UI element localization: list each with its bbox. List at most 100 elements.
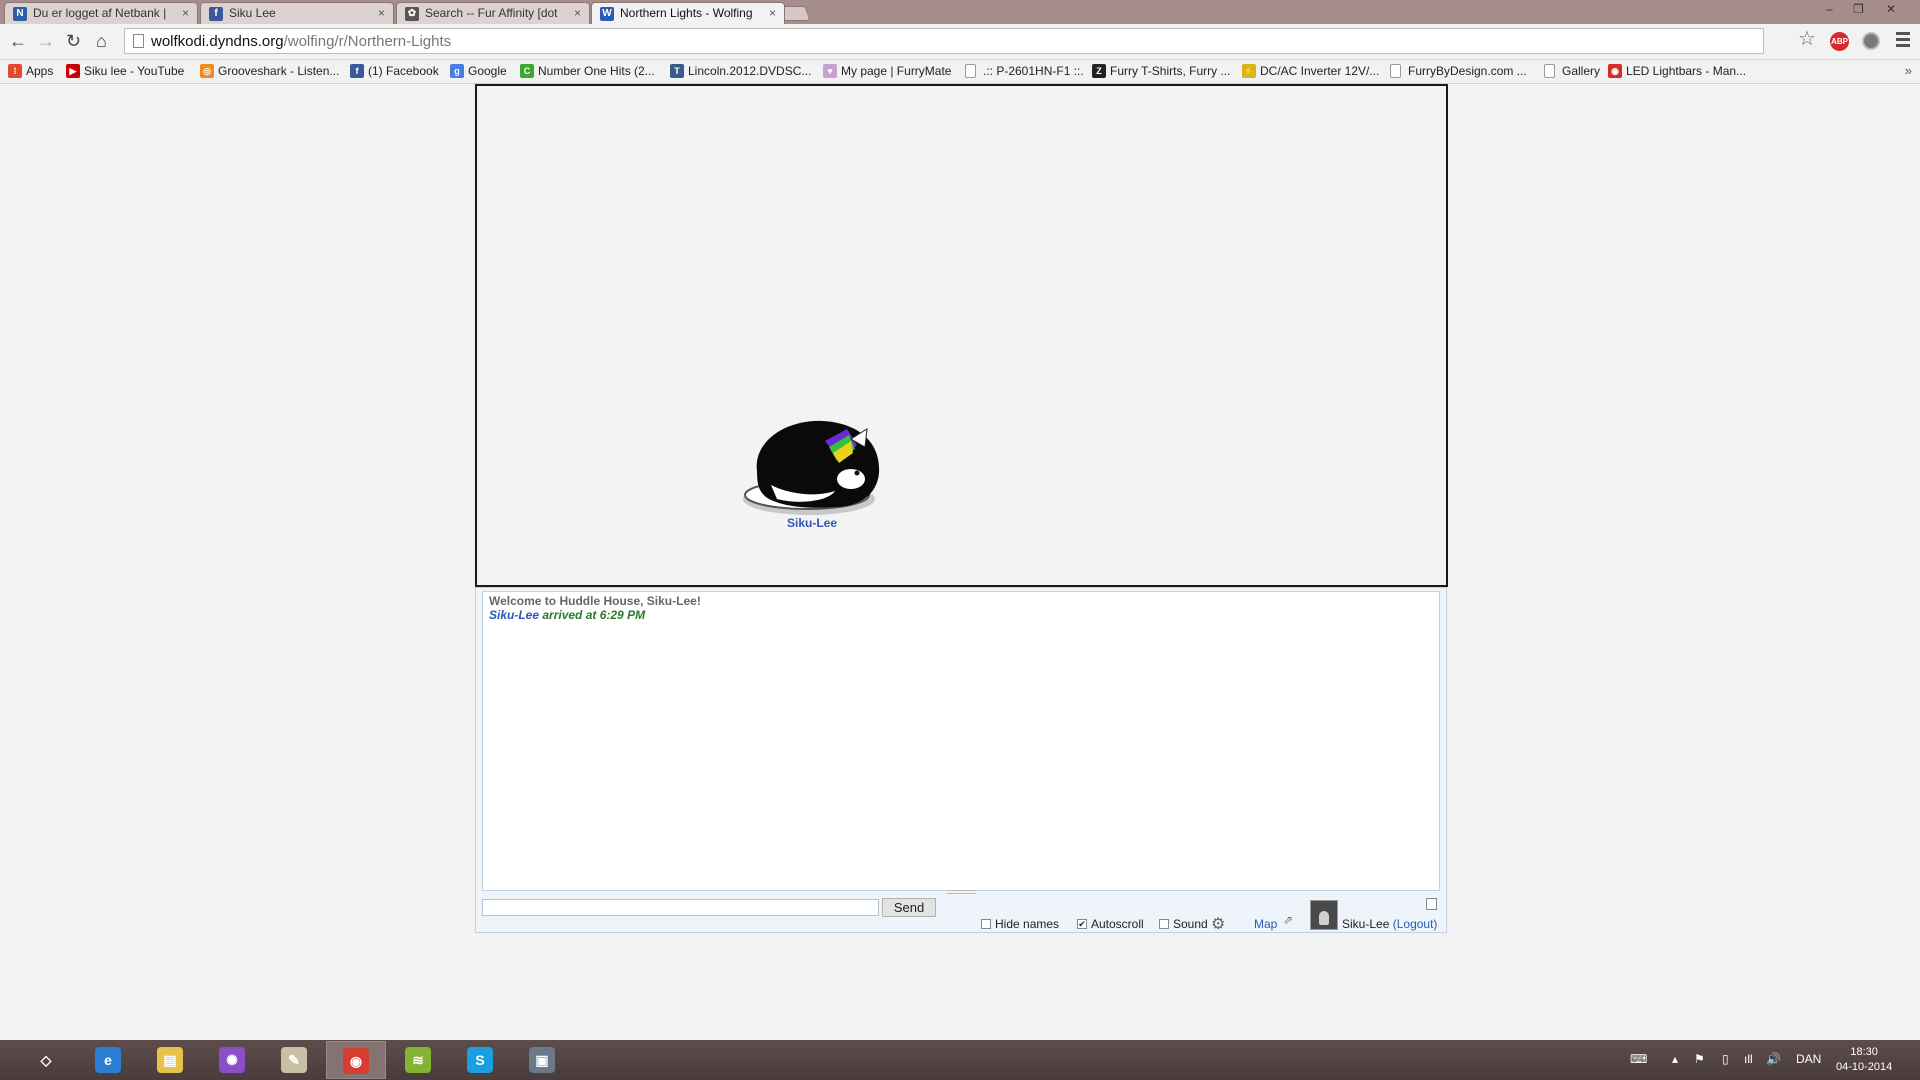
- bookmark-9[interactable]: .:: P-2601HN-F1 ::.: [965, 63, 1084, 81]
- keyboard-icon[interactable]: ⌨: [1630, 1052, 1647, 1066]
- close-window-button[interactable]: ✕: [1886, 2, 1896, 16]
- gear-icon[interactable]: ⚙: [1211, 914, 1225, 934]
- bookmark-label: .:: P-2601HN-F1 ::.: [983, 64, 1084, 78]
- forward-button[interactable]: →: [37, 32, 55, 50]
- bookmark-8[interactable]: ♥ My page | FurryMate: [823, 63, 951, 81]
- taskbar-app-3[interactable]: ▤: [140, 1041, 200, 1079]
- taskbar-app-8[interactable]: S: [450, 1041, 510, 1079]
- bookmark-14[interactable]: ◉ LED Lightbars - Man...: [1608, 63, 1746, 81]
- tab-3[interactable]: ✿ Search -- Fur Affinity [dot ×: [396, 2, 590, 24]
- bookmark-6[interactable]: C Number One Hits (2...: [520, 63, 655, 81]
- bookmark-4[interactable]: f (1) Facebook: [350, 63, 439, 81]
- volume-icon[interactable]: 🔊: [1766, 1052, 1781, 1066]
- external-link-icon[interactable]: ⇗: [1283, 913, 1293, 927]
- url-host: wolfkodi.dyndns.org: [151, 33, 284, 50]
- taskbar-app-9[interactable]: ▣: [512, 1041, 572, 1079]
- close-tab-icon[interactable]: ×: [378, 6, 385, 20]
- taskbar-app-1[interactable]: ◇: [16, 1041, 76, 1079]
- chrome-menu-icon[interactable]: [1896, 32, 1910, 50]
- map-link[interactable]: Map: [1254, 917, 1277, 931]
- page-icon: [133, 34, 144, 48]
- maximize-button[interactable]: ❐: [1853, 2, 1864, 16]
- url-text[interactable]: wolfkodi.dyndns.org/wolfing/r/Northern-L…: [151, 33, 451, 50]
- extension-icon[interactable]: [1862, 32, 1880, 50]
- system-clock[interactable]: 18:30 04-10-2014: [1836, 1045, 1892, 1075]
- bookmark-2[interactable]: ▶ Siku lee - YouTube: [66, 63, 184, 81]
- bookmark-label: LED Lightbars - Man...: [1626, 64, 1747, 78]
- avatar-name-label: Siku-Lee: [786, 516, 837, 530]
- bookmark-5[interactable]: g Google: [450, 63, 507, 81]
- close-tab-icon[interactable]: ×: [574, 6, 581, 20]
- arrival-text: arrived at 6:29 PM: [539, 608, 646, 622]
- back-button[interactable]: ←: [9, 32, 27, 50]
- input-language[interactable]: DAN: [1796, 1052, 1821, 1066]
- taskbar-app-7[interactable]: ≋: [388, 1041, 448, 1079]
- home-button[interactable]: ⌂: [96, 32, 107, 50]
- tab-title: Northern Lights - Wolfing: [620, 6, 753, 20]
- tab-title: Du er logget af Netbank |: [33, 6, 167, 20]
- chat-panel: Welcome to Huddle House, Siku-Lee! Siku-…: [475, 587, 1447, 933]
- facebook-icon: f: [350, 64, 364, 78]
- taskbar-app-5[interactable]: ✎: [264, 1041, 324, 1079]
- address-bar[interactable]: wolfkodi.dyndns.org/wolfing/r/Northern-L…: [124, 28, 1764, 54]
- sound-box[interactable]: [1159, 919, 1169, 929]
- reload-button[interactable]: ↻: [66, 32, 81, 50]
- facebook-icon: f: [209, 7, 223, 21]
- tab-4[interactable]: W Northern Lights - Wolfing ×: [591, 2, 785, 24]
- bookmarks-overflow-button[interactable]: »: [1905, 63, 1912, 78]
- taskbar-app-2[interactable]: e: [78, 1041, 138, 1079]
- bookmark-label: Furry T-Shirts, Furry ...: [1110, 64, 1231, 78]
- close-tab-icon[interactable]: ×: [769, 6, 776, 20]
- minimize-button[interactable]: –: [1826, 2, 1833, 16]
- bookmark-11[interactable]: ⚡ DC/AC Inverter 12V/...: [1242, 63, 1379, 81]
- bookmark-12[interactable]: FurryByDesign.com ...: [1390, 63, 1527, 81]
- tray-expand-icon[interactable]: ▴: [1672, 1052, 1678, 1066]
- bookmarks-bar: ⁞ Apps ▶ Siku lee - YouTube ◎ Grooveshark - L…: [0, 60, 1920, 84]
- numberone-icon: C: [520, 64, 534, 78]
- taskbar-app-4[interactable]: ✺: [202, 1041, 262, 1079]
- clock-time: 18:30: [1850, 1046, 1878, 1058]
- skype-icon: S: [467, 1047, 493, 1073]
- windows-taskbar: ◇ e ▤ ✺ ✎ ◉ ≋ S ▣ ⌨ ▴ ⚑ ▯ ıll 🔊 DAN 18:30 04-10-…: [0, 1040, 1920, 1080]
- bookmark-label: Google: [468, 64, 507, 78]
- tab-1[interactable]: N Du er logget af Netbank | ×: [4, 2, 198, 24]
- taskbar-app-6[interactable]: ◉: [326, 1041, 386, 1079]
- adblock-plus-icon[interactable]: ABP: [1830, 32, 1849, 51]
- hide-names-box[interactable]: [981, 919, 991, 929]
- sound-checkbox[interactable]: Sound: [1159, 917, 1208, 931]
- file-icon: [1390, 64, 1401, 78]
- flag-icon[interactable]: ⚑: [1694, 1052, 1705, 1066]
- led-icon: ◉: [1608, 64, 1622, 78]
- wolf-avatar-icon[interactable]: [739, 411, 887, 521]
- tab-title: Search -- Fur Affinity [dot: [425, 6, 558, 20]
- arrival-message: Siku-Lee arrived at 6:29 PM: [489, 608, 1433, 622]
- chat-resize-handle[interactable]: [946, 890, 976, 894]
- bookmark-3[interactable]: ◎ Grooveshark - Listen...: [200, 63, 339, 81]
- logout-link[interactable]: (Logout): [1393, 917, 1438, 931]
- bookmark-7[interactable]: T Lincoln.2012.DVDSC...: [670, 63, 811, 81]
- arrival-username[interactable]: Siku-Lee: [489, 608, 539, 622]
- tab-2[interactable]: f Siku Lee ×: [200, 2, 394, 24]
- autoscroll-checkbox[interactable]: ✔ Autoscroll: [1077, 917, 1144, 931]
- current-username: Siku-Lee: [1342, 917, 1390, 931]
- send-button[interactable]: Send: [882, 898, 936, 917]
- battery-icon[interactable]: ▯: [1722, 1052, 1729, 1066]
- chat-message-input[interactable]: [482, 899, 879, 916]
- bookmark-star-icon[interactable]: ☆: [1798, 29, 1816, 49]
- file-icon: [965, 64, 976, 78]
- bookmark-10[interactable]: Z Furry T-Shirts, Furry ...: [1092, 63, 1230, 81]
- autoscroll-box[interactable]: ✔: [1077, 919, 1087, 929]
- popout-icon[interactable]: [1426, 898, 1437, 910]
- netbank-icon: N: [13, 7, 27, 21]
- chat-log[interactable]: Welcome to Huddle House, Siku-Lee! Siku-…: [482, 591, 1440, 891]
- chrome-icon: ◉: [343, 1048, 369, 1074]
- bookmark-1[interactable]: ⁞ Apps: [8, 63, 53, 81]
- close-tab-icon[interactable]: ×: [182, 6, 189, 20]
- hide-names-checkbox[interactable]: Hide names: [981, 917, 1059, 931]
- network-icon[interactable]: ıll: [1744, 1052, 1753, 1066]
- picasa-icon: ✺: [219, 1047, 245, 1073]
- bookmark-13[interactable]: Gallery: [1544, 63, 1600, 81]
- google-icon: g: [450, 64, 464, 78]
- room-canvas[interactable]: Siku-Lee: [475, 84, 1448, 587]
- user-avatar[interactable]: [1310, 900, 1338, 930]
